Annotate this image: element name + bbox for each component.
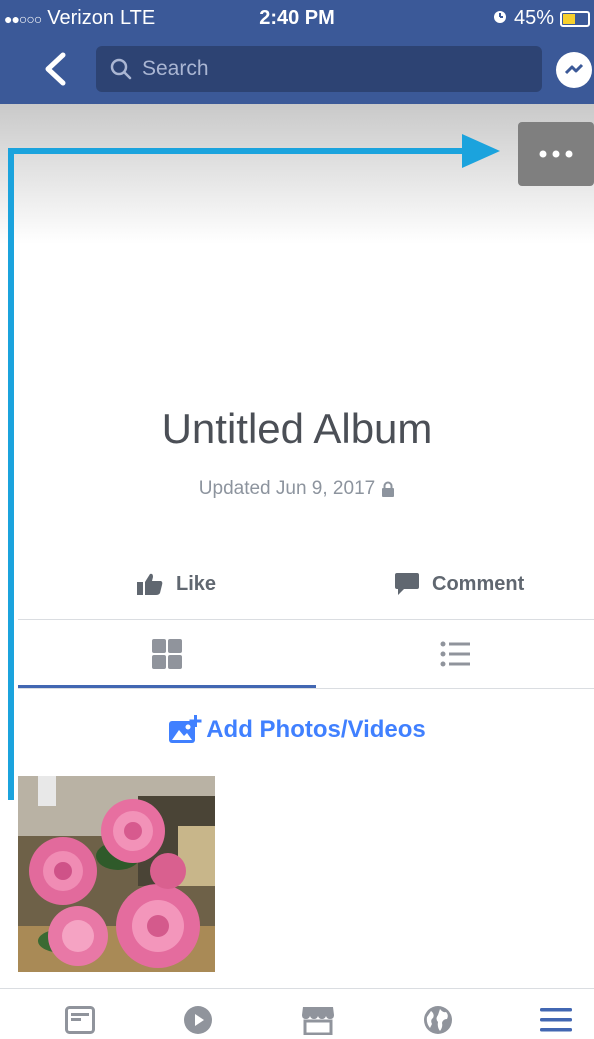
bottom-tab-bar xyxy=(0,988,594,1039)
divider xyxy=(18,688,594,689)
album-updated-text: Updated Jun 9, 2017 xyxy=(198,478,376,499)
tab-news-feed[interactable] xyxy=(62,1005,98,1035)
tab-list-view[interactable] xyxy=(316,620,594,688)
annotation-line-vertical xyxy=(8,150,14,800)
view-tabs xyxy=(0,620,594,688)
nav-bar: Search xyxy=(0,36,594,104)
status-bar: ●●○○○ Verizon LTE 2:40 PM 45% xyxy=(0,0,594,36)
grid-icon xyxy=(152,639,182,669)
tab-marketplace[interactable] xyxy=(300,1005,336,1035)
more-dots-icon xyxy=(539,150,573,158)
album-updated: Updated Jun 9, 2017 xyxy=(0,478,594,500)
messenger-icon xyxy=(564,63,584,75)
lock-icon xyxy=(382,481,395,497)
messenger-button[interactable] xyxy=(556,52,592,88)
top-bar: ●●○○○ Verizon LTE 2:40 PM 45% Search xyxy=(0,0,594,104)
search-placeholder: Search xyxy=(142,57,209,80)
back-button[interactable] xyxy=(40,50,70,88)
status-right: 45% xyxy=(492,7,590,30)
like-label: Like xyxy=(176,572,217,595)
search-icon xyxy=(110,58,132,80)
alarm-icon xyxy=(492,7,508,30)
tab-grid-view[interactable] xyxy=(18,620,316,688)
notifications-globe-icon xyxy=(424,1006,452,1034)
add-photo-icon xyxy=(169,715,202,743)
battery-fill xyxy=(563,13,575,24)
annotation-line-horizontal xyxy=(8,148,468,154)
chevron-left-icon xyxy=(45,52,66,86)
battery-icon xyxy=(560,10,590,27)
add-photos-label: Add Photos/Videos xyxy=(206,716,426,743)
add-photos-button[interactable]: Add Photos/Videos xyxy=(0,715,594,745)
video-icon xyxy=(184,1006,212,1034)
thumbs-up-icon xyxy=(137,573,163,595)
tab-menu[interactable] xyxy=(538,1005,574,1035)
comment-label: Comment xyxy=(432,572,525,595)
marketplace-icon xyxy=(302,1007,334,1035)
rose-photo-image xyxy=(18,776,215,972)
search-input[interactable]: Search xyxy=(96,46,542,92)
like-button[interactable]: Like xyxy=(136,572,216,596)
album-photo-thumbnail[interactable] xyxy=(18,776,215,972)
list-icon xyxy=(440,641,470,667)
tab-notifications[interactable] xyxy=(420,1005,456,1035)
album-title: Untitled Album xyxy=(161,405,433,452)
album-cover xyxy=(0,104,594,244)
menu-icon xyxy=(540,1008,572,1032)
tab-video[interactable] xyxy=(180,1005,216,1035)
comment-icon xyxy=(395,573,419,595)
news-feed-icon xyxy=(65,1006,95,1034)
more-options-button[interactable] xyxy=(518,122,594,186)
comment-button[interactable]: Comment xyxy=(394,572,524,596)
battery-percent: 45% xyxy=(513,7,554,29)
album-actions: Like Comment xyxy=(0,558,594,618)
annotation-arrowhead xyxy=(462,134,500,168)
